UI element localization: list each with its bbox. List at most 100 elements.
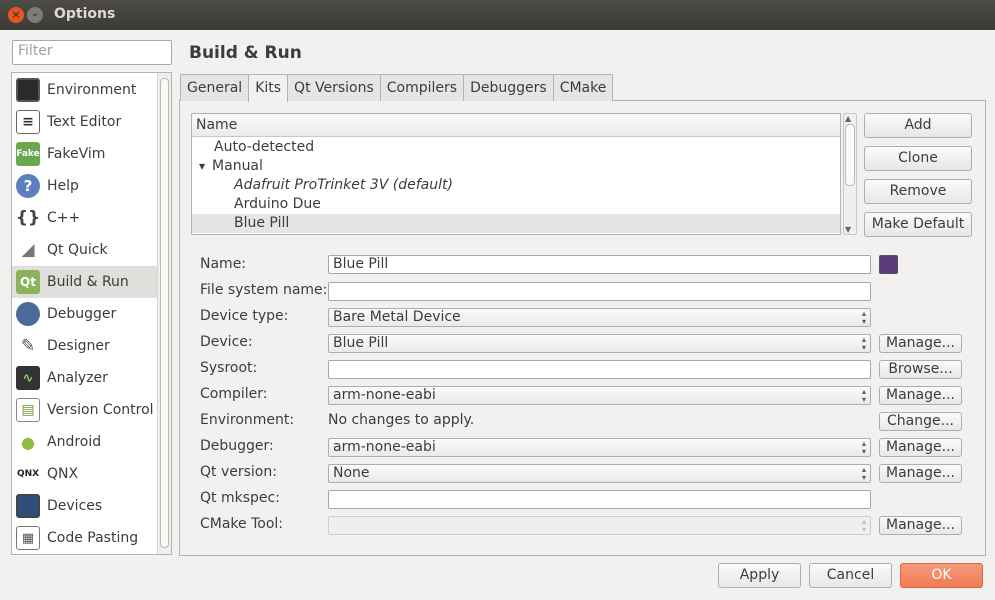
sidebar-item-label: QNX (47, 466, 79, 482)
debugger-select[interactable]: arm-none-eabi ▴ ▾ (328, 438, 871, 457)
compiler-select[interactable]: arm-none-eabi ▴ ▾ (328, 386, 871, 405)
sidebar-item-designer[interactable]: ✎ Designer (12, 330, 157, 362)
debugger-manage-button[interactable]: Manage... (879, 438, 962, 457)
sysroot-browse-button[interactable]: Browse... (879, 360, 962, 379)
sidebar-item-label: Environment (47, 82, 137, 98)
window-title: Options (54, 6, 116, 22)
cancel-button[interactable]: Cancel (809, 563, 892, 588)
sidebar-item-devices[interactable]: Devices (12, 490, 157, 522)
sidebar-scrollbar-thumb[interactable] (160, 78, 169, 548)
tree-row-label: Manual (212, 158, 263, 174)
tree-row-kit[interactable]: Adafruit ProTrinket 3V (default) (192, 176, 840, 195)
combo-arrows-icon: ▴ ▾ (861, 465, 866, 482)
file-system-name-field[interactable] (328, 282, 871, 301)
monitor-icon (16, 78, 40, 102)
kits-tree[interactable]: Name Auto-detected ▾ Manual Adafruit ProT… (191, 113, 841, 235)
qt-version-label: Qt version: (200, 464, 277, 480)
minimize-window-icon[interactable]: – (27, 7, 43, 23)
cmake-tool-label: CMake Tool: (200, 516, 284, 532)
tab-general[interactable]: General (180, 74, 250, 101)
device-value: Blue Pill (333, 335, 389, 351)
sidebar-item-label: Build & Run (47, 274, 129, 290)
environment-value: No changes to apply. (328, 412, 475, 428)
sidebar-item-help[interactable]: ? Help (12, 170, 157, 202)
sidebar-item-build-run[interactable]: Qt Build & Run (12, 266, 157, 298)
cmake-tool-select[interactable]: ▴ ▾ (328, 516, 871, 535)
help-icon: ? (16, 174, 40, 198)
qt-version-select[interactable]: None ▴ ▾ (328, 464, 871, 483)
kits-tree-scrollbar-thumb[interactable] (845, 124, 855, 186)
tab-debuggers[interactable]: Debuggers (463, 74, 554, 101)
sidebar-item-android[interactable]: ● Android (12, 426, 157, 458)
tab-kits[interactable]: Kits (248, 74, 289, 102)
qt-version-manage-button[interactable]: Manage... (879, 464, 962, 483)
tab-qt-versions[interactable]: Qt Versions (287, 74, 381, 101)
sidebar-item-environment[interactable]: Environment (12, 74, 157, 106)
make-default-button[interactable]: Make Default (864, 212, 972, 237)
sidebar-item-analyzer[interactable]: ∿ Analyzer (12, 362, 157, 394)
clone-button[interactable]: Clone (864, 146, 972, 171)
sidebar-item-fakevim[interactable]: Fake FakeVim (12, 138, 157, 170)
tab-compilers[interactable]: Compilers (379, 74, 465, 101)
sidebar-item-label: C++ (47, 210, 81, 226)
category-list: Environment ≡ Text Editor Fake FakeVim ?… (11, 72, 172, 555)
tree-row-auto-detected[interactable]: Auto-detected (192, 138, 840, 157)
remove-button[interactable]: Remove (864, 179, 972, 204)
name-label: Name: (200, 256, 247, 272)
device-type-select[interactable]: Bare Metal Device ▴ ▾ (328, 308, 871, 327)
debugger-icon (16, 302, 40, 326)
combo-arrows-icon: ▴ ▾ (861, 439, 866, 456)
sidebar-item-debugger[interactable]: Debugger (12, 298, 157, 330)
version-control-icon: ▤ (16, 398, 40, 422)
sysroot-label: Sysroot: (200, 360, 258, 376)
debugger-value: arm-none-eabi (333, 439, 436, 455)
sidebar-item-code-pasting[interactable]: ▦ Code Pasting (12, 522, 157, 554)
sidebar-item-label: Help (47, 178, 79, 194)
tab-cmake[interactable]: CMake (552, 74, 614, 101)
apply-button[interactable]: Apply (718, 563, 801, 588)
braces-icon: {} (15, 206, 41, 230)
sidebar-item-version-control[interactable]: ▤ Version Control (12, 394, 157, 426)
text-editor-icon: ≡ (16, 110, 40, 134)
device-icon[interactable] (879, 255, 898, 274)
qt-quick-icon: ◢ (16, 238, 40, 262)
scroll-down-arrow-icon[interactable]: ▼ (845, 225, 851, 234)
combo-arrows-icon: ▴ ▾ (861, 309, 866, 326)
combo-arrows-icon: ▴ ▾ (861, 387, 866, 404)
filter-input[interactable]: Filter (12, 40, 172, 65)
tree-row-manual[interactable]: ▾ Manual (192, 157, 840, 176)
qt-mkspec-field[interactable] (328, 490, 871, 509)
scroll-up-arrow-icon[interactable]: ▲ (845, 114, 851, 123)
sidebar-item-qt-quick[interactable]: ◢ Qt Quick (12, 234, 157, 266)
sysroot-field[interactable] (328, 360, 871, 379)
close-window-icon[interactable]: × (8, 7, 24, 23)
designer-icon: ✎ (16, 334, 40, 358)
sidebar-item-label: Devices (47, 498, 103, 514)
compiler-manage-button[interactable]: Manage... (879, 386, 962, 405)
sidebar-item-label: Android (47, 434, 102, 450)
qnx-icon: QNX (16, 462, 40, 486)
name-field[interactable]: Blue Pill (328, 255, 871, 274)
sidebar-item-label: Qt Quick (47, 242, 108, 258)
kits-tree-header[interactable]: Name (192, 114, 840, 137)
expand-arrow-icon[interactable]: ▾ (199, 159, 205, 173)
ok-button[interactable]: OK (900, 563, 983, 588)
sidebar-item-qnx[interactable]: QNX QNX (12, 458, 157, 490)
fakevim-icon: Fake (16, 142, 40, 166)
sidebar-item-label: Code Pasting (47, 530, 139, 546)
sidebar-item-label: Version Control (47, 402, 154, 418)
sidebar-item-label: FakeVim (47, 146, 106, 162)
kits-tree-scrollbar[interactable]: ▲ ▼ (843, 113, 857, 235)
add-button[interactable]: Add (864, 113, 972, 138)
sidebar-scrollbar[interactable] (157, 73, 171, 554)
environment-change-button[interactable]: Change... (879, 412, 962, 431)
tree-row-kit-selected[interactable]: Blue Pill (192, 214, 840, 233)
sidebar-item-text-editor[interactable]: ≡ Text Editor (12, 106, 157, 138)
combo-arrows-icon: ▴ ▾ (861, 335, 866, 352)
cmake-tool-manage-button[interactable]: Manage... (879, 516, 962, 535)
device-manage-button[interactable]: Manage... (879, 334, 962, 353)
device-select[interactable]: Blue Pill ▴ ▾ (328, 334, 871, 353)
combo-arrows-icon: ▴ ▾ (861, 517, 866, 534)
sidebar-item-cpp[interactable]: {} C++ (12, 202, 157, 234)
tree-row-kit[interactable]: Arduino Due (192, 195, 840, 214)
